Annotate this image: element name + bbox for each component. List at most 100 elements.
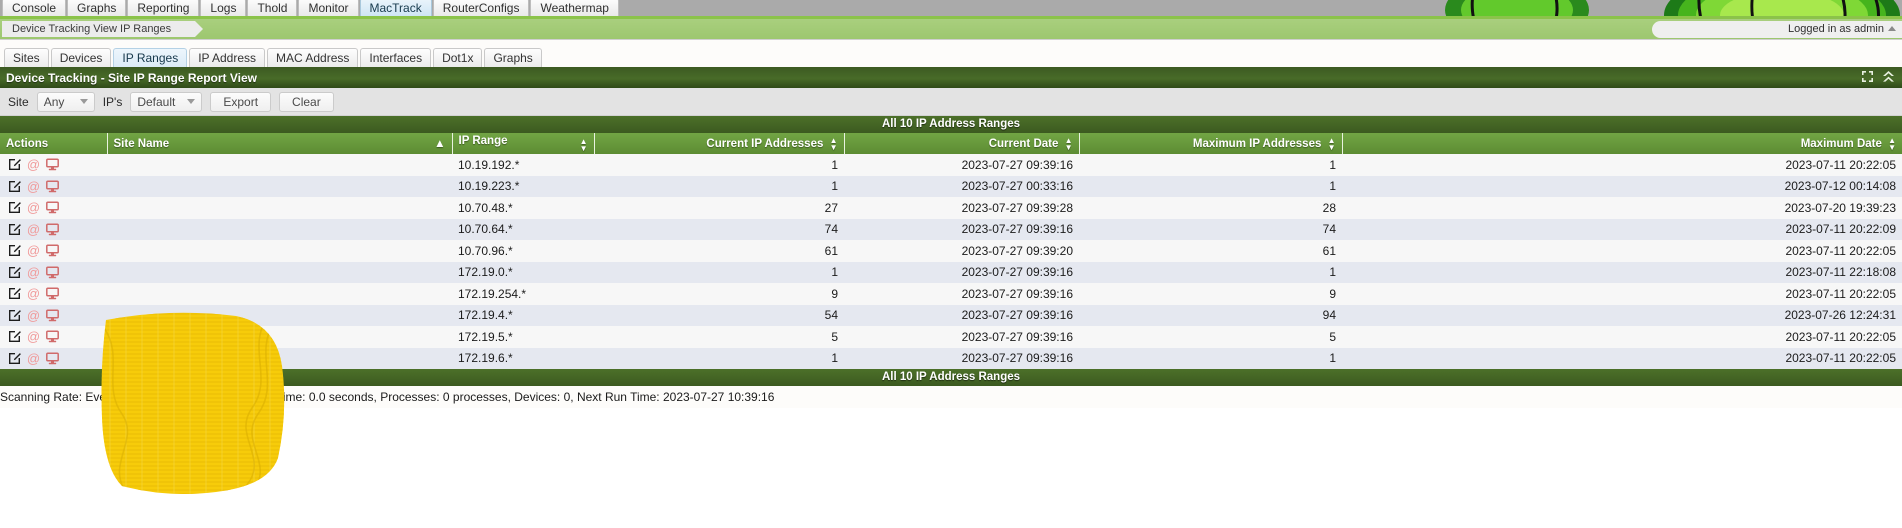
monitor-icon[interactable]	[46, 330, 59, 343]
cell-current-ip-addresses: 1	[594, 175, 844, 197]
edit-icon[interactable]	[8, 266, 21, 279]
edit-icon[interactable]	[8, 287, 21, 300]
at-icon[interactable]: @	[27, 352, 40, 365]
export-button[interactable]: Export	[210, 91, 272, 112]
edit-icon[interactable]	[8, 180, 21, 193]
table-row[interactable]: @172.19.5.* 5 2023-07-27 09:39:16 5 2023-07-…	[0, 326, 1902, 348]
nav-tab-weathermap[interactable]: Weathermap	[530, 0, 619, 16]
cell-current-date: 2023-07-27 09:39:16	[844, 154, 1079, 176]
breadcrumb[interactable]: Device Tracking View IP Ranges	[2, 21, 204, 37]
monitor-icon[interactable]	[46, 309, 59, 322]
nav-tab-logs[interactable]: Logs	[200, 0, 247, 16]
svg-text:@: @	[27, 180, 40, 193]
monitor-icon[interactable]	[46, 158, 59, 171]
chevron-down-icon	[187, 99, 196, 104]
row-actions-cell: @	[0, 347, 107, 369]
column-header-maximum-date[interactable]: Maximum Date ▲ ▼	[1342, 133, 1902, 154]
edit-icon[interactable]	[8, 309, 21, 322]
at-icon[interactable]: @	[27, 158, 40, 171]
sort-both-icon: ▲ ▼	[1888, 135, 1896, 152]
cell-maximum-ip-addresses: 94	[1079, 304, 1342, 326]
monitor-icon[interactable]	[46, 223, 59, 236]
tab-interfaces[interactable]: Interfaces	[360, 48, 432, 67]
edit-icon[interactable]	[8, 158, 21, 171]
table-body: @10.19.192.* 1 2023-07-27 09:39:16 1 2023-07…	[0, 154, 1902, 369]
tab-ip-ranges[interactable]: IP Ranges	[113, 48, 188, 67]
monitor-icon[interactable]	[46, 201, 59, 214]
tab-mac-address[interactable]: MAC Address	[267, 48, 359, 67]
row-actions-cell: @	[0, 261, 107, 283]
column-header-actions[interactable]: Actions	[0, 133, 108, 154]
nav-tab-mactrack[interactable]: MacTrack	[359, 0, 432, 16]
edit-icon[interactable]	[8, 244, 21, 257]
column-header-label: Current Date	[988, 137, 1059, 150]
tab-sites[interactable]: Sites	[4, 48, 49, 67]
svg-text:@: @	[27, 330, 40, 343]
export-button-label: Export	[223, 94, 259, 109]
table-row[interactable]: @10.19.192.* 1 2023-07-27 09:39:16 1 2023-07…	[0, 154, 1902, 176]
nav-tab-reporting[interactable]: Reporting	[127, 0, 200, 16]
ips-filter-select[interactable]: Default	[130, 91, 203, 112]
login-status-menu[interactable]: Logged in as admin	[1652, 21, 1902, 38]
table-row[interactable]: @172.19.254.* 9 2023-07-27 09:39:16 9 2023-0…	[0, 283, 1902, 305]
nav-tab-console[interactable]: Console	[2, 0, 67, 16]
svg-text:@: @	[27, 244, 40, 257]
at-icon[interactable]: @	[27, 266, 40, 279]
table-row[interactable]: @10.70.64.* 74 2023-07-27 09:39:16 74 2023-0…	[0, 218, 1902, 240]
monitor-icon[interactable]	[46, 244, 59, 257]
table-row[interactable]: @10.70.96.* 61 2023-07-27 09:39:20 61 2023-0…	[0, 240, 1902, 262]
at-icon[interactable]: @	[27, 287, 40, 300]
edit-icon[interactable]	[8, 223, 21, 236]
monitor-icon[interactable]	[46, 266, 59, 279]
tab-dot1x[interactable]: Dot1x	[433, 48, 483, 67]
tab-devices[interactable]: Devices	[50, 48, 112, 67]
nav-tab-label: Monitor	[308, 1, 349, 15]
edit-icon[interactable]	[8, 330, 21, 343]
tab-graphs[interactable]: Graphs	[484, 48, 542, 67]
clear-button[interactable]: Clear	[279, 91, 334, 112]
column-header-ip-range[interactable]: IP Range ▲ ▼	[452, 133, 595, 154]
column-header-current-ip-addresses[interactable]: Current IP Addresses ▲ ▼	[594, 133, 845, 154]
row-actions-cell: @	[0, 304, 107, 326]
cell-current-date: 2023-07-27 09:39:16	[844, 347, 1079, 369]
edit-icon[interactable]	[8, 201, 21, 214]
at-icon[interactable]: @	[27, 180, 40, 193]
cell-site-name	[107, 347, 452, 369]
breadcrumb-label: Device Tracking View IP Ranges	[12, 23, 172, 35]
nav-tab-label: RouterConfigs	[442, 1, 520, 15]
cell-current-date: 2023-07-27 09:39:16	[844, 326, 1079, 348]
expand-icon[interactable]	[1862, 71, 1873, 84]
cell-ip-range: 10.19.223.*	[452, 175, 594, 197]
at-icon[interactable]: @	[27, 309, 40, 322]
at-icon[interactable]: @	[27, 201, 40, 214]
nav-tab-monitor[interactable]: Monitor	[298, 0, 359, 16]
column-header-maximum-ip-addresses[interactable]: Maximum IP Addresses ▲ ▼	[1079, 133, 1343, 154]
table-row[interactable]: @172.19.0.* 1 2023-07-27 09:39:16 1 2023-07-…	[0, 261, 1902, 283]
nav-tab-label: Graphs	[77, 1, 117, 15]
cell-maximum-date: 2023-07-11 20:22:05	[1342, 326, 1902, 348]
collapse-icon[interactable]	[1883, 71, 1894, 84]
table-row[interactable]: @172.19.6.* 1 2023-07-27 09:39:16 1 2023-07-…	[0, 347, 1902, 369]
nav-tab-graphs[interactable]: Graphs	[67, 0, 127, 16]
at-icon[interactable]: @	[27, 330, 40, 343]
cell-ip-range: 172.19.4.*	[452, 304, 594, 326]
cell-site-name	[107, 175, 452, 197]
ips-filter-value: Default	[137, 94, 176, 109]
monitor-icon[interactable]	[46, 287, 59, 300]
column-header-site-name[interactable]: Site Name ▲	[107, 133, 453, 154]
tab-ip-address[interactable]: IP Address	[189, 48, 266, 67]
at-icon[interactable]: @	[27, 223, 40, 236]
edit-icon[interactable]	[8, 352, 21, 365]
monitor-icon[interactable]	[46, 180, 59, 193]
column-header-current-date[interactable]: Current Date ▲ ▼	[844, 133, 1080, 154]
cell-current-ip-addresses: 5	[594, 326, 844, 348]
monitor-icon[interactable]	[46, 352, 59, 365]
cell-maximum-date: 2023-07-12 00:14:08	[1342, 175, 1902, 197]
nav-tab-routerconfigs[interactable]: RouterConfigs	[432, 0, 530, 16]
site-filter-select[interactable]: Any	[36, 91, 95, 112]
table-row[interactable]: @10.19.223.* 1 2023-07-27 00:33:16 1 2023-07…	[0, 175, 1902, 197]
at-icon[interactable]: @	[27, 244, 40, 257]
table-row[interactable]: @172.19.4.* 54 2023-07-27 09:39:16 94 2023-0…	[0, 304, 1902, 326]
table-row[interactable]: @10.70.48.* 27 2023-07-27 09:39:28 28 2023-0…	[0, 197, 1902, 219]
nav-tab-thold[interactable]: Thold	[247, 0, 298, 16]
